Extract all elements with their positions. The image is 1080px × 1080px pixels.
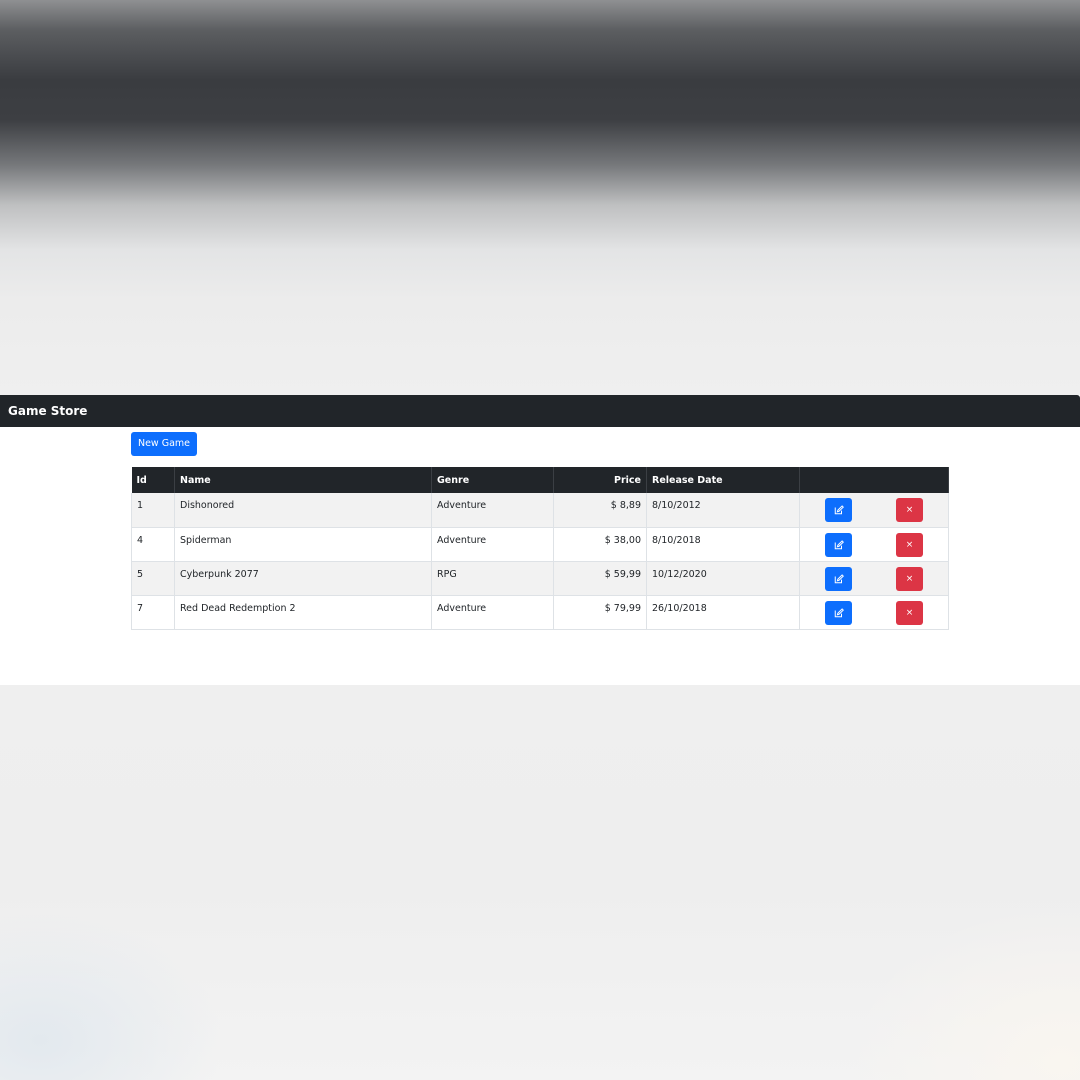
pencil-square-icon — [834, 505, 844, 515]
cell-price: $ 38,00 — [553, 527, 647, 562]
games-table: Id Name Genre Price Release Date 1 Disho… — [131, 467, 949, 630]
delete-button[interactable]: × — [896, 566, 923, 591]
column-header-price: Price — [553, 467, 647, 493]
close-icon: × — [905, 607, 914, 618]
cell-genre: Adventure — [431, 527, 554, 562]
close-icon: × — [905, 505, 914, 515]
cell-release-date: 10/12/2020 — [646, 561, 800, 596]
table-header: Id Name Genre Price Release Date — [131, 467, 949, 493]
cell-actions: × — [799, 561, 949, 596]
close-icon: × — [905, 573, 914, 584]
delete-button[interactable]: × — [896, 498, 923, 522]
pencil-square-icon — [834, 607, 844, 617]
cell-name: Spiderman — [174, 527, 432, 562]
edit-button[interactable] — [825, 600, 852, 625]
delete-button[interactable]: × — [896, 600, 923, 625]
cell-id: 7 — [131, 595, 175, 630]
pencil-square-icon — [834, 539, 844, 549]
cell-id: 4 — [131, 527, 175, 562]
cell-actions: × — [799, 527, 949, 562]
app-window: Game Store New Game Id Name Genre Price … — [0, 395, 1080, 685]
column-header-id: Id — [131, 467, 175, 493]
column-header-name: Name — [174, 467, 432, 493]
table-row: 1 Dishonored Adventure $ 8,89 8/10/2012 — [131, 493, 949, 528]
main-content: New Game Id Name Genre Price Release Dat… — [131, 431, 949, 630]
close-icon: × — [905, 539, 914, 550]
cell-release-date: 26/10/2018 — [646, 595, 800, 630]
table-row: 7 Red Dead Redemption 2 Adventure $ 79,9… — [131, 595, 949, 630]
cell-name: Red Dead Redemption 2 — [174, 595, 432, 630]
cell-genre: Adventure — [431, 493, 554, 528]
table-body: 1 Dishonored Adventure $ 8,89 8/10/2012 — [131, 493, 949, 630]
column-header-release-date: Release Date — [646, 467, 800, 493]
cell-name: Cyberpunk 2077 — [174, 561, 432, 596]
edit-button[interactable] — [825, 566, 852, 591]
navbar-brand[interactable]: Game Store — [8, 404, 87, 418]
delete-button[interactable]: × — [896, 532, 923, 557]
column-header-genre: Genre — [431, 467, 554, 493]
cell-price: $ 59,99 — [553, 561, 647, 596]
edit-button[interactable] — [825, 498, 852, 522]
cell-id: 5 — [131, 561, 175, 596]
pencil-square-icon — [834, 573, 844, 583]
column-header-actions — [799, 467, 949, 493]
cell-genre: Adventure — [431, 595, 554, 630]
cell-actions: × — [799, 493, 949, 528]
cell-genre: RPG — [431, 561, 554, 596]
cell-actions: × — [799, 595, 949, 630]
cell-id: 1 — [131, 493, 175, 528]
cell-price: $ 8,89 — [553, 493, 647, 528]
cell-price: $ 79,99 — [553, 595, 647, 630]
cell-release-date: 8/10/2018 — [646, 527, 800, 562]
cell-name: Dishonored — [174, 493, 432, 528]
navbar: Game Store — [0, 395, 1080, 427]
edit-button[interactable] — [825, 532, 852, 557]
cell-release-date: 8/10/2012 — [646, 493, 800, 528]
table-row: 4 Spiderman Adventure $ 38,00 8/10/2018 — [131, 527, 949, 562]
table-row: 5 Cyberpunk 2077 RPG $ 59,99 10/12/2020 — [131, 561, 949, 596]
new-game-button[interactable]: New Game — [131, 432, 197, 456]
